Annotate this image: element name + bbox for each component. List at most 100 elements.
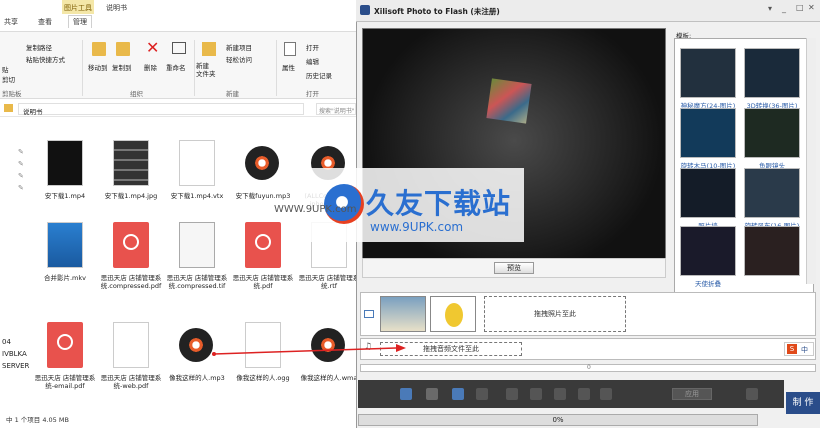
file-name: 思迅天店 店铺管理系统.compressed.pdf — [100, 274, 162, 290]
group-new-label: 新建 — [226, 90, 239, 98]
photo-drop-zone[interactable]: 拖拽照片至此 — [484, 296, 626, 332]
file-name: 思迅天店 店铺管理系统.compressed.tif — [166, 274, 228, 290]
file-thumbnail[interactable] — [179, 140, 215, 186]
file-thumbnail[interactable] — [179, 222, 215, 268]
file-name: 安下载1.mp4.jpg — [104, 192, 158, 200]
open-button[interactable]: 打开 — [306, 42, 319, 52]
template-thumbnail[interactable] — [680, 108, 736, 158]
move-to-button[interactable]: 移动到 — [88, 62, 108, 72]
pin-icon[interactable]: ✎ — [18, 148, 26, 156]
template-thumbnail[interactable] — [744, 168, 800, 218]
close-icon[interactable]: ✕ — [808, 3, 815, 12]
template-thumbnail[interactable] — [680, 226, 736, 276]
file-name: 思迅天店 店铺管理系统.pdf — [232, 274, 294, 290]
watermark-overlay: 久友下载站 www.9UPK.com WWW.9UPK.com — [274, 168, 524, 242]
file-thumbnail[interactable] — [47, 222, 83, 268]
file-thumbnail[interactable] — [47, 322, 83, 368]
ribbon-context-tab-picture-tools[interactable]: 图片工具 — [62, 0, 94, 14]
add-audio-icon[interactable] — [452, 388, 464, 400]
history-button[interactable]: 历史记录 — [306, 70, 332, 80]
pin-icon[interactable]: ✎ — [18, 184, 26, 192]
file-thumbnail[interactable] — [113, 322, 149, 368]
sogou-icon: S — [787, 344, 797, 354]
file-thumbnail[interactable] — [245, 146, 279, 180]
apply-button[interactable]: 应用 — [672, 388, 712, 400]
copy-to-icon — [116, 42, 130, 56]
ribbon-tab-bar — [0, 16, 356, 31]
rotate-right-icon[interactable] — [530, 388, 542, 400]
ime-indicator[interactable]: S 中 — [784, 342, 814, 356]
copy-path-button[interactable]: 复制路径 — [26, 42, 52, 52]
cube-preview-image — [486, 78, 532, 124]
tab-share[interactable]: 共享 — [4, 17, 18, 27]
new-folder-button[interactable]: 新建 文件夹 — [196, 62, 216, 78]
template-scrollbar[interactable] — [806, 38, 816, 284]
photo-thumbnail[interactable] — [380, 296, 426, 332]
paste-shortcut-button[interactable]: 粘贴快捷方式 — [26, 54, 65, 64]
add-photo-icon[interactable] — [400, 388, 412, 400]
flip-icon[interactable] — [554, 388, 566, 400]
template-thumbnail[interactable] — [680, 48, 736, 98]
maximize-icon[interactable]: □ — [796, 3, 804, 12]
progress-bar: 0% — [358, 414, 758, 426]
group-open-label: 打开 — [306, 90, 319, 98]
file-thumbnail[interactable] — [113, 140, 149, 186]
watermark-text: 久友下载站 — [366, 187, 512, 220]
add-folder-icon[interactable] — [426, 388, 438, 400]
pdf-icon — [123, 234, 139, 250]
file-name: 安下载1.mp4.vtx — [170, 192, 224, 200]
pdf-icon — [255, 234, 271, 250]
tab-view[interactable]: 查看 — [38, 17, 52, 27]
easy-access-button[interactable]: 轻松访问 — [226, 54, 252, 64]
timeline-counter: 0 — [587, 364, 591, 371]
preview-button[interactable]: 预览 — [494, 262, 534, 274]
dropdown-icon[interactable]: ▾ — [768, 4, 772, 13]
rename-button[interactable]: 重命名 — [166, 62, 186, 72]
nav-item-partial[interactable]: 04 — [2, 338, 11, 346]
timeline-scrollbar[interactable]: 0 — [360, 364, 816, 372]
file-name: 安下载fuyun.mp3 — [235, 192, 291, 200]
pin-icon[interactable]: ✎ — [18, 172, 26, 180]
pdf-icon — [57, 334, 73, 350]
crop-icon[interactable] — [578, 388, 590, 400]
nav-item-partial[interactable]: IVBLKA — [2, 350, 27, 358]
file-name: 思迅天店 店铺管理系统-web.pdf — [100, 374, 162, 390]
file-thumbnail[interactable] — [245, 222, 281, 268]
rotate-left-icon[interactable] — [506, 388, 518, 400]
template-thumbnail[interactable] — [680, 168, 736, 218]
address-bar[interactable]: 说明书 — [18, 103, 304, 116]
template-thumbnail[interactable] — [744, 48, 800, 98]
watermark-url-faded: WWW.9UPK.com — [274, 204, 357, 215]
paste-button-partial[interactable]: 贴 — [2, 64, 9, 74]
search-input[interactable]: 搜索"说明书" — [316, 103, 356, 115]
info-icon[interactable] — [746, 388, 758, 400]
tab-manage[interactable]: 管理 — [68, 15, 92, 28]
template-thumbnail[interactable] — [744, 226, 800, 276]
search-placeholder: 搜索"说明书" — [319, 108, 355, 115]
file-thumbnail[interactable] — [47, 140, 83, 186]
delete-button[interactable]: 删除 — [144, 62, 157, 72]
make-button[interactable]: 制 作 — [786, 392, 820, 414]
cut-button[interactable]: 剪切 — [2, 74, 15, 84]
new-item-button[interactable]: 新建项目 — [226, 42, 252, 52]
file-name: 安下载1.mp4 — [44, 192, 86, 200]
file-thumbnail[interactable] — [179, 328, 213, 362]
properties-button[interactable]: 属性 — [282, 62, 295, 72]
status-bar: 中 1 个项目 4.05 MB — [0, 410, 356, 428]
minimize-icon[interactable]: _ — [782, 4, 786, 13]
template-thumbnail[interactable] — [744, 108, 800, 158]
app-logo-icon — [360, 5, 370, 15]
pin-icon[interactable]: ✎ — [18, 160, 26, 168]
effect-icon[interactable] — [600, 388, 612, 400]
edit-button[interactable]: 编辑 — [306, 56, 319, 66]
nav-item-partial[interactable]: SERVER — [2, 362, 29, 370]
ribbon-context-tab-folder[interactable]: 说明书 — [104, 0, 129, 14]
photo-thumbnail[interactable] — [430, 296, 476, 332]
file-name: 像我这样的人.mp3 — [169, 374, 225, 382]
remove-icon[interactable] — [476, 388, 488, 400]
copy-to-button[interactable]: 复制到 — [112, 62, 132, 72]
file-thumbnail[interactable] — [113, 222, 149, 268]
ime-mode: 中 — [801, 346, 808, 354]
window-title: Xilisoft Photo to Flash (未注册) — [374, 7, 500, 16]
ribbon-divider — [82, 40, 83, 96]
